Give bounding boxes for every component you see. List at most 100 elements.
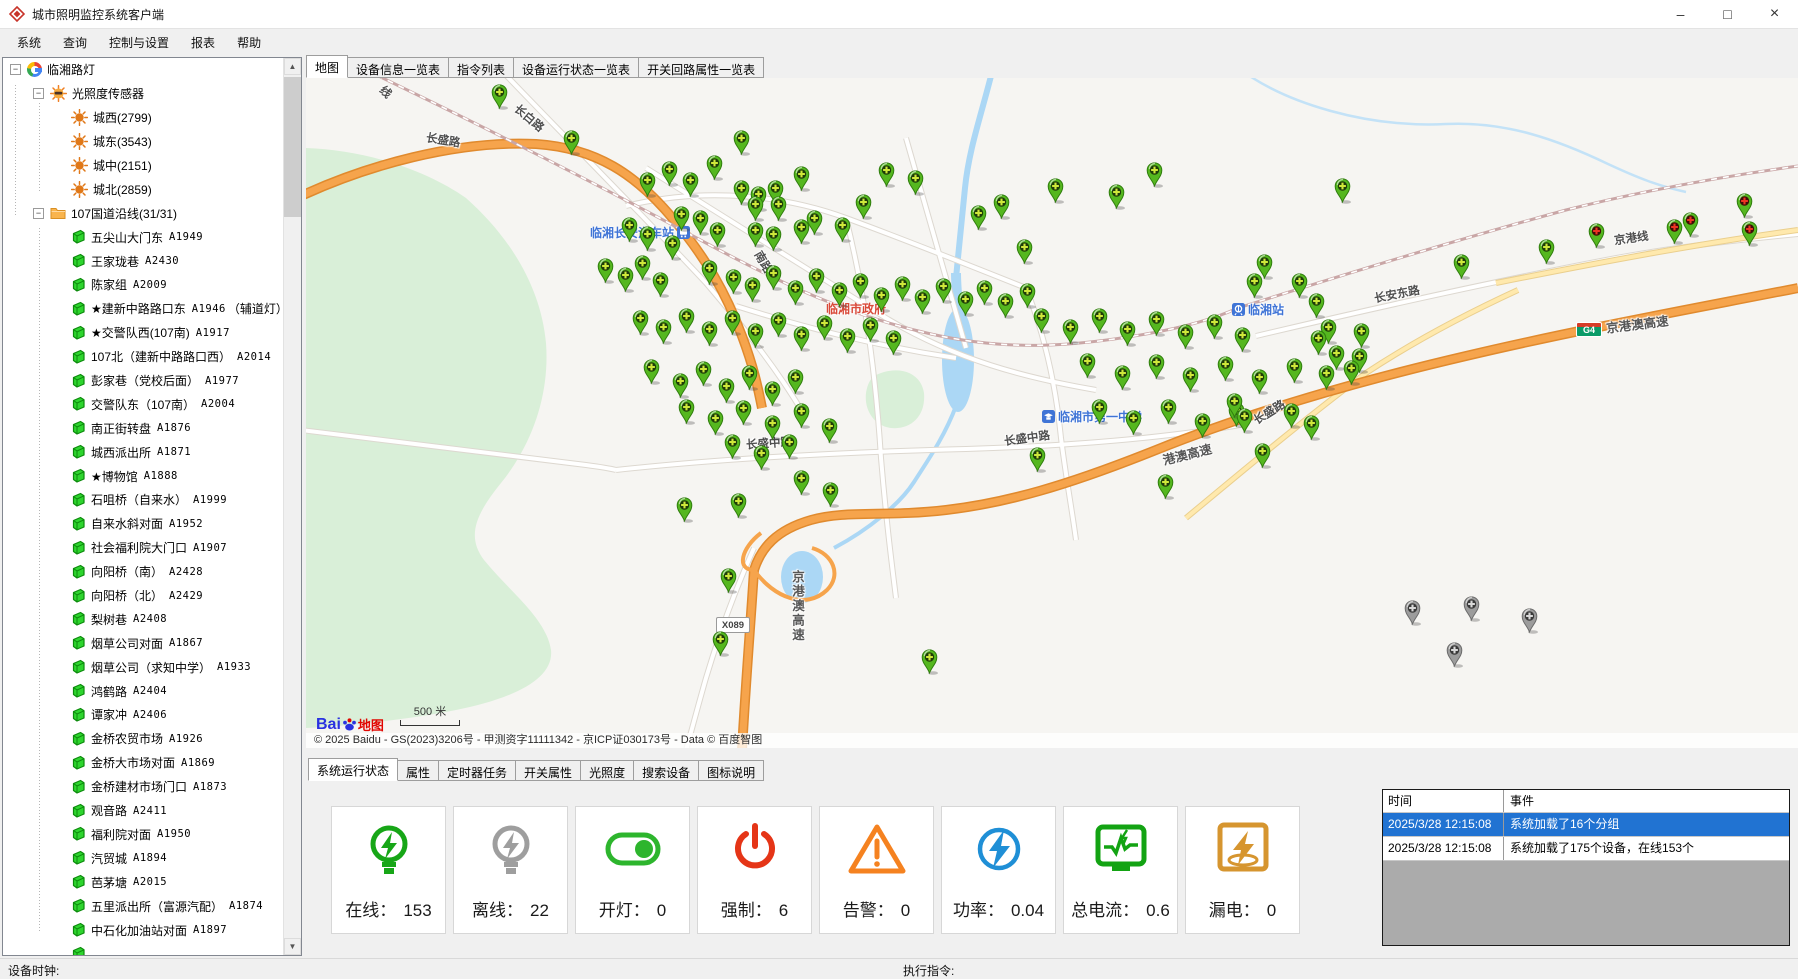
tree-row[interactable]: 城北(2859)	[3, 177, 284, 201]
map-marker-online[interactable]	[1342, 357, 1361, 386]
tree-row[interactable]: 五里派出所（富源汽配）A1874	[3, 894, 284, 918]
map-marker-online[interactable]	[1193, 410, 1212, 439]
map-marker-online[interactable]	[913, 286, 932, 315]
map-tab-1[interactable]: 设备信息一览表	[347, 57, 449, 78]
map-marker-online[interactable]	[934, 275, 953, 304]
map-marker-online[interactable]	[1118, 318, 1137, 347]
map-tab-2[interactable]: 指令列表	[448, 57, 514, 78]
map-marker-online[interactable]	[740, 362, 759, 391]
tree-row[interactable]: 烟草公司（求知中学）A1933	[3, 655, 284, 679]
map-marker-online[interactable]	[1124, 407, 1143, 436]
tree-row[interactable]: −临湘路灯	[3, 58, 284, 82]
map-marker-online[interactable]	[1032, 305, 1051, 334]
tree-expand-toggle[interactable]: −	[10, 64, 21, 75]
scrollbar-thumb[interactable]	[284, 77, 301, 217]
tree-row[interactable]: 自来水斜对面A1952	[3, 512, 284, 536]
map-marker-online[interactable]	[663, 232, 682, 261]
event-log-row[interactable]: 2025/3/28 12:15:08系统加载了175个设备，在线153个	[1383, 837, 1789, 861]
tree-row[interactable]: 交警队东（107南）A2004	[3, 392, 284, 416]
tree-row[interactable]: 城西派出所A1871	[3, 440, 284, 464]
map-marker-online[interactable]	[956, 288, 975, 317]
map-marker-online[interactable]	[651, 269, 670, 298]
map-marker-online[interactable]	[752, 442, 771, 471]
map-marker-online[interactable]	[815, 312, 834, 341]
map-marker-online[interactable]	[708, 219, 727, 248]
map-marker-online[interactable]	[1090, 396, 1109, 425]
map-marker-online[interactable]	[1317, 362, 1336, 391]
map-marker-online[interactable]	[996, 290, 1015, 319]
tree-row[interactable]: 梨树巷A2408	[3, 607, 284, 631]
map-marker-offline[interactable]	[1462, 593, 1481, 622]
map-marker-online[interactable]	[746, 320, 765, 349]
map-marker-online[interactable]	[769, 309, 788, 338]
map-marker-online[interactable]	[1107, 181, 1126, 210]
map-marker-online[interactable]	[792, 467, 811, 496]
bottom-tab-4[interactable]: 光照度	[580, 760, 634, 781]
tree-row[interactable]: 社会福利院大门口A1907	[3, 536, 284, 560]
map-marker-online[interactable]	[638, 169, 657, 198]
map-marker-online[interactable]	[734, 397, 753, 426]
bottom-tab-0[interactable]: 系统运行状态	[308, 758, 398, 781]
map-marker-online[interactable]	[1537, 236, 1556, 265]
map-marker-online[interactable]	[705, 152, 724, 181]
tree-row[interactable]: ★交警队西(107南)A1917	[3, 321, 284, 345]
map-marker-online[interactable]	[792, 400, 811, 429]
map-marker-online[interactable]	[872, 284, 891, 313]
map-marker-online[interactable]	[1253, 440, 1272, 469]
map-marker-online[interactable]	[877, 159, 896, 188]
map-marker-online[interactable]	[1282, 400, 1301, 429]
tree-row[interactable]: 城东(3543)	[3, 130, 284, 154]
map-marker-online[interactable]	[746, 219, 765, 248]
map-marker-online[interactable]	[807, 265, 826, 294]
map-marker-online[interactable]	[1245, 270, 1264, 299]
map-tab-0[interactable]: 地图	[306, 55, 348, 78]
map-marker-online[interactable]	[642, 356, 661, 385]
map-marker-online[interactable]	[1147, 308, 1166, 337]
map-marker-online[interactable]	[719, 565, 738, 594]
tree-expand-toggle[interactable]: −	[33, 208, 44, 219]
map-marker-online[interactable]	[1145, 159, 1164, 188]
map-marker-online[interactable]	[729, 490, 748, 519]
tree-row[interactable]: 石咀桥（自来水）A1999	[3, 488, 284, 512]
map-marker-online[interactable]	[786, 277, 805, 306]
tree-row[interactable]: 金桥大市场对面A1869	[3, 751, 284, 775]
map-marker-online[interactable]	[1046, 175, 1065, 204]
map-marker-online[interactable]	[838, 325, 857, 354]
map-marker-online[interactable]	[1028, 444, 1047, 473]
map-canvas[interactable]: 线长盛路长白路南路长安东路京港线京港澳高速长盛路长盛中路长盛中路港澳高速京港澳高…	[306, 78, 1798, 748]
map-marker-forced[interactable]	[1681, 209, 1700, 238]
tree-row[interactable]: 金桥建材市场门口A1873	[3, 775, 284, 799]
tree-row[interactable]: ★建新中路路口东A1946（辅道灯）	[3, 297, 284, 321]
map-marker-offline[interactable]	[1445, 639, 1464, 668]
bottom-tab-5[interactable]: 搜索设备	[633, 760, 699, 781]
map-tab-3[interactable]: 设备运行状态一览表	[513, 57, 639, 78]
map-marker-online[interactable]	[1113, 362, 1132, 391]
map-marker-online[interactable]	[1147, 351, 1166, 380]
tree-row[interactable]: 向阳桥（北）A2429	[3, 584, 284, 608]
map-marker-online[interactable]	[833, 214, 852, 243]
tree-row[interactable]: 烟草公司对面A1867	[3, 631, 284, 655]
map-marker-online[interactable]	[1333, 175, 1352, 204]
tree-row[interactable]: ★博物馆A1888	[3, 464, 284, 488]
menu-item[interactable]: 控制与设置	[98, 30, 180, 55]
map-marker-online[interactable]	[620, 214, 639, 243]
tree-row[interactable]: 五尖山大门东A1949	[3, 225, 284, 249]
minimize-button[interactable]: –	[1657, 0, 1704, 28]
map-marker-online[interactable]	[764, 223, 783, 252]
map-marker-online[interactable]	[992, 191, 1011, 220]
bottom-tab-2[interactable]: 定时器任务	[438, 760, 516, 781]
map-marker-online[interactable]	[1250, 366, 1269, 395]
map-marker-online[interactable]	[1159, 396, 1178, 425]
map-marker-online[interactable]	[638, 223, 657, 252]
map-marker-online[interactable]	[1090, 305, 1109, 334]
tree-row[interactable]: 王家珑巷A2430	[3, 249, 284, 273]
map-marker-online[interactable]	[1285, 355, 1304, 384]
map-marker-forced[interactable]	[1740, 218, 1759, 247]
map-marker-online[interactable]	[780, 431, 799, 460]
tree-row[interactable]: 金桥农贸市场A1926	[3, 727, 284, 751]
map-marker-online[interactable]	[792, 163, 811, 192]
tree-row[interactable]: 南正街转盘A1876	[3, 416, 284, 440]
map-marker-online[interactable]	[820, 415, 839, 444]
map-marker-online[interactable]	[675, 494, 694, 523]
map-marker-online[interactable]	[786, 366, 805, 395]
